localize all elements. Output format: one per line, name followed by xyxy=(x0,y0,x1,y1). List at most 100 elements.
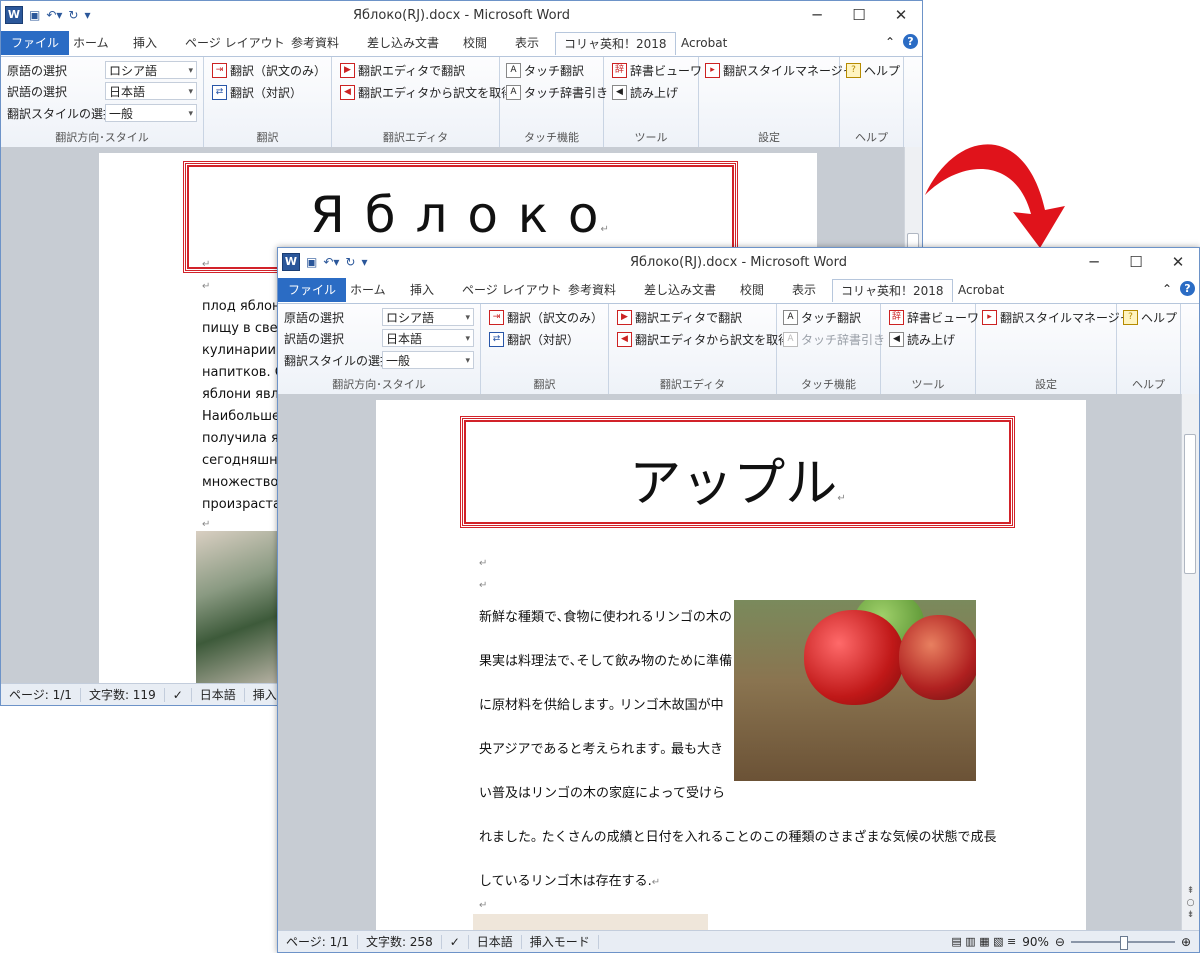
editor-translate-button[interactable]: ▶ 翻訳エディタで翻訳 xyxy=(617,307,742,327)
group-tools: 辞辞書ビューワ ◀ 読み上げ ツール xyxy=(604,57,702,147)
tab-acrobat[interactable]: Acrobat xyxy=(950,279,1012,301)
editor-fetch-button[interactable]: ◀ 翻訳エディタから訳文を取得 xyxy=(617,329,790,349)
apple-image-fragment xyxy=(196,531,280,684)
zoom-level[interactable]: 90% xyxy=(1022,935,1049,949)
close-button[interactable]: ✕ xyxy=(880,1,922,30)
vertical-scrollbar[interactable]: ⇞ ○ ⇟ xyxy=(1181,394,1199,931)
source-language-select[interactable]: ロシア語 xyxy=(105,61,197,80)
maximize-button[interactable]: ☐ xyxy=(1115,248,1157,277)
word-count[interactable]: 文字数: 258 xyxy=(358,934,442,949)
tab-acrobat[interactable]: Acrobat xyxy=(673,32,735,54)
document-page[interactable]: アップル↵ ↵ ↵ 新鮮な種類で､食物に使われるリンゴの木の 果実は料理法で､そし… xyxy=(376,400,1086,931)
tab-home[interactable]: ホーム xyxy=(65,32,117,54)
target-language-label: 訳語の選択 xyxy=(7,84,68,99)
maximize-button[interactable]: ☐ xyxy=(838,1,880,30)
group-direction-style: 原語の選択 ロシア語 訳語の選択 日本語 翻訳スタイルの選択 一般 翻訳方向･ス… xyxy=(1,57,204,147)
collapse-ribbon-icon[interactable]: ⌃ xyxy=(1162,282,1172,296)
close-button[interactable]: ✕ xyxy=(1157,248,1199,277)
tab-insert[interactable]: 挿入 xyxy=(402,279,442,301)
tab-korya-eiwa[interactable]: コリャ英和！2018 xyxy=(555,32,676,55)
tab-mailings[interactable]: 差し込み文書 xyxy=(359,32,447,54)
help-icon[interactable]: ? xyxy=(1180,281,1195,296)
tab-references[interactable]: 参考資料 xyxy=(560,279,624,301)
tab-korya-eiwa[interactable]: コリャ英和！2018 xyxy=(832,279,953,302)
tab-review[interactable]: 校閲 xyxy=(455,32,495,54)
title-bar: W ▣ ↶▾ ↻ ▾ Яблоко(RJ).docx - Microsoft W… xyxy=(278,248,1199,277)
read-aloud-button[interactable]: ◀ 読み上げ xyxy=(889,329,955,349)
source-language-label: 原語の選択 xyxy=(284,310,345,325)
touch-translate-button[interactable]: A タッチ翻訳 xyxy=(506,60,584,80)
touch-translate-button[interactable]: A タッチ翻訳 xyxy=(783,307,861,327)
insert-mode[interactable]: 挿入モード xyxy=(522,934,599,949)
group-direction-style: 原語の選択 ロシア語 訳語の選択 日本語 翻訳スタイルの選択 一般 翻訳方向･ス… xyxy=(278,304,481,394)
word-count[interactable]: 文字数: 119 xyxy=(81,687,165,702)
target-language-label: 訳語の選択 xyxy=(284,331,345,346)
group-tools: 辞辞書ビューワ ◀ 読み上げ ツール xyxy=(881,304,979,394)
title-frame: アップル↵ xyxy=(460,416,1015,528)
paragraph-line: しているリンゴ木は存在する.↵ xyxy=(479,874,661,889)
editor-translate-button[interactable]: ▶ 翻訳エディタで翻訳 xyxy=(340,60,465,80)
dictionary-viewer-button[interactable]: 辞辞書ビューワ xyxy=(889,307,979,327)
touch-dictionary-button[interactable]: A タッチ辞書引き xyxy=(506,82,608,102)
zoom-in-icon[interactable]: ⊕ xyxy=(1181,935,1191,949)
translate-parallel-button[interactable]: ⇄ 翻訳（対訳） xyxy=(489,329,579,349)
page-count[interactable]: ページ: 1/1 xyxy=(278,934,358,949)
tab-references[interactable]: 参考資料 xyxy=(283,32,347,54)
help-button[interactable]: ? ヘルプ xyxy=(1123,307,1177,327)
group-label: ツール xyxy=(911,378,945,391)
touch-dictionary-button[interactable]: A タッチ辞書引き xyxy=(783,329,885,349)
help-button[interactable]: ? ヘルプ xyxy=(846,60,900,80)
style-select[interactable]: 一般 xyxy=(382,351,474,370)
minimize-button[interactable]: ─ xyxy=(1073,248,1115,277)
editor-fetch-button[interactable]: ◀ 翻訳エディタから訳文を取得 xyxy=(340,82,513,102)
tab-view[interactable]: 表示 xyxy=(507,32,547,54)
language-status[interactable]: 日本語 xyxy=(469,934,522,949)
tab-view[interactable]: 表示 xyxy=(784,279,824,301)
group-editor: ▶ 翻訳エディタで翻訳 ◀ 翻訳エディタから訳文を取得 翻訳エディタ xyxy=(609,304,790,394)
translate-only-button[interactable]: ⇥ 翻訳（訳文のみ） xyxy=(212,60,326,80)
tab-page-layout[interactable]: ページ レイアウト xyxy=(177,32,293,54)
style-manager-button[interactable]: ▸ 翻訳スタイルマネージャ xyxy=(705,60,854,80)
tab-file[interactable]: ファイル xyxy=(1,31,70,55)
language-status[interactable]: 日本語 xyxy=(192,687,245,702)
group-settings: ▸ 翻訳スタイルマネージャ 設定 xyxy=(976,304,1131,394)
dictionary-viewer-button[interactable]: 辞辞書ビューワ xyxy=(612,60,702,80)
proofing-icon[interactable]: ✓ xyxy=(442,934,469,949)
tab-file[interactable]: ファイル xyxy=(278,278,347,302)
zoom-slider-knob[interactable] xyxy=(1119,935,1128,950)
minimize-button[interactable]: ─ xyxy=(796,1,838,30)
touch-dictionary-icon: A xyxy=(783,331,798,347)
tab-review[interactable]: 校閲 xyxy=(732,279,772,301)
tab-page-layout[interactable]: ページ レイアウト xyxy=(454,279,570,301)
ribbon-tabs: ファイル ホーム 挿入 ページ レイアウト 参考資料 差し込み文書 校閲 表示 … xyxy=(1,30,922,56)
help-icon[interactable]: ? xyxy=(903,34,918,49)
collapse-ribbon-icon[interactable]: ⌃ xyxy=(885,35,895,49)
scroll-thumb[interactable] xyxy=(1184,434,1196,574)
target-language-select[interactable]: 日本語 xyxy=(382,329,474,348)
paragraph-line: яблони явля xyxy=(202,387,287,402)
source-language-select[interactable]: ロシア語 xyxy=(382,308,474,327)
translate-only-button[interactable]: ⇥ 翻訳（訳文のみ） xyxy=(489,307,603,327)
title-bar: W ▣ ↶▾ ↻ ▾ Яблоко(RJ).docx - Microsoft W… xyxy=(1,1,922,30)
editor-fetch-icon: ◀ xyxy=(617,331,632,347)
view-mode-icons[interactable]: ▤ ▥ ▦ ▧ ≡ xyxy=(951,935,1016,949)
read-aloud-button[interactable]: ◀ 読み上げ xyxy=(612,82,678,102)
zoom-out-icon[interactable]: ⊖ xyxy=(1055,935,1065,949)
browse-object-icon[interactable]: ⇞ ○ ⇟ xyxy=(1185,885,1196,921)
group-label: 翻訳 xyxy=(256,131,279,144)
touch-dictionary-icon: A xyxy=(506,84,521,100)
target-language-select[interactable]: 日本語 xyxy=(105,82,197,101)
paragraph-line: кулинарии и xyxy=(202,343,289,358)
tab-insert[interactable]: 挿入 xyxy=(125,32,165,54)
tab-home[interactable]: ホーム xyxy=(342,279,394,301)
page-count[interactable]: ページ: 1/1 xyxy=(1,687,81,702)
tab-mailings[interactable]: 差し込み文書 xyxy=(636,279,724,301)
ribbon: 原語の選択 ロシア語 訳語の選択 日本語 翻訳スタイルの選択 一般 翻訳方向･ス… xyxy=(1,56,922,148)
style-manager-button[interactable]: ▸ 翻訳スタイルマネージャ xyxy=(982,307,1131,327)
zoom-slider[interactable] xyxy=(1070,935,1175,950)
style-label: 翻訳スタイルの選択 xyxy=(7,106,116,121)
translate-parallel-button[interactable]: ⇄ 翻訳（対訳） xyxy=(212,82,302,102)
proofing-icon[interactable]: ✓ xyxy=(165,687,192,702)
group-editor: ▶ 翻訳エディタで翻訳 ◀ 翻訳エディタから訳文を取得 翻訳エディタ xyxy=(332,57,513,147)
style-select[interactable]: 一般 xyxy=(105,104,197,123)
